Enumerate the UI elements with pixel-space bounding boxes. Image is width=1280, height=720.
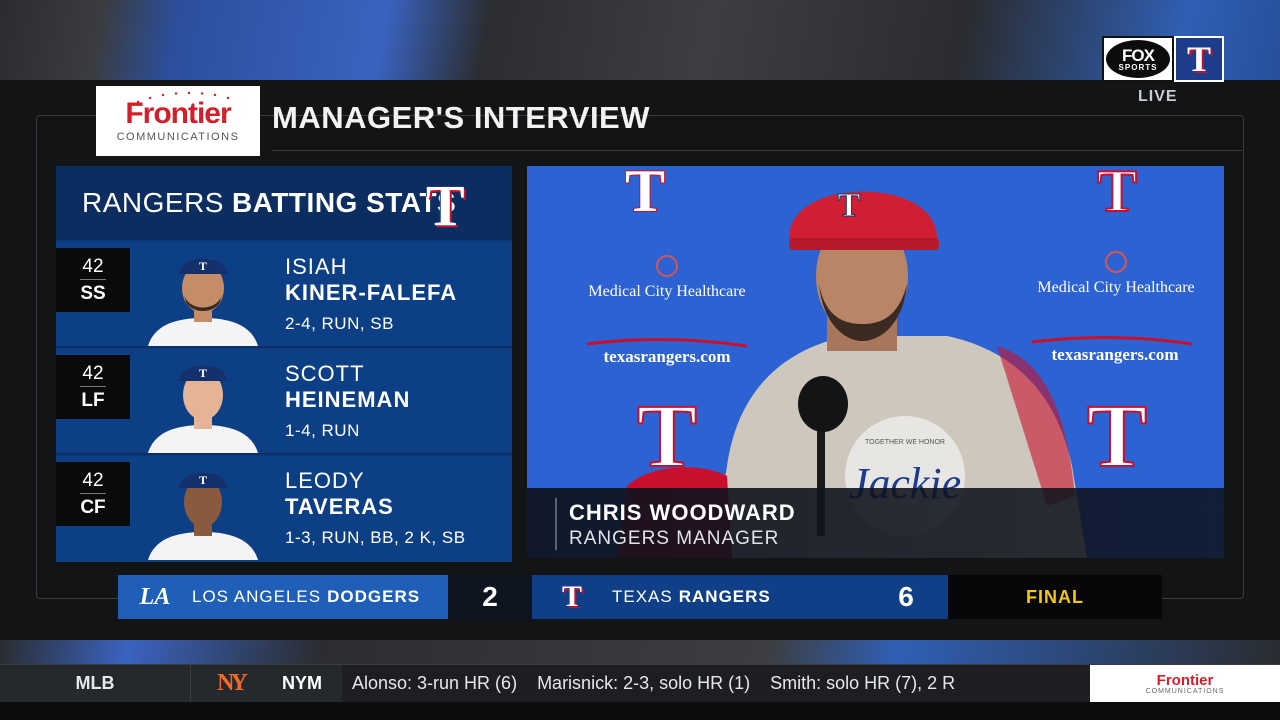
- player-stat-line: 2-4, RUN, SB: [285, 314, 394, 333]
- ticker-item: Smith: solo HR (7), 2 R: [770, 673, 956, 693]
- player-stat-line: 1-4, RUN: [285, 421, 360, 440]
- home-score: 6: [864, 575, 948, 619]
- away-score: 2: [448, 575, 532, 619]
- stats-header: RANGERS BATTING STATS T: [56, 166, 512, 240]
- speaker-title: RANGERS MANAGER: [569, 528, 780, 549]
- svg-text:T: T: [199, 259, 207, 273]
- player-row: 42 SS T ISIAH KINER-FALEFA 2-4, RUN, SB: [56, 242, 512, 348]
- jersey-box: 42 LF: [56, 355, 130, 419]
- jersey-position: SS: [80, 283, 106, 304]
- svg-text:T: T: [199, 366, 207, 380]
- jersey-number: 42: [80, 471, 106, 494]
- bottom-strip: [0, 702, 1280, 720]
- shirt-small-text: TOGETHER WE HONOR: [865, 439, 945, 446]
- rangers-t-icon: T: [561, 580, 582, 613]
- home-team-nickname: RANGERS: [678, 587, 771, 606]
- player-last-name: TAVERAS: [285, 494, 394, 519]
- fox-logo-line2: SPORTS: [1118, 62, 1158, 72]
- svg-text:T: T: [838, 187, 861, 224]
- jersey-number: 42: [80, 364, 106, 387]
- rangers-t-icon: T: [1186, 39, 1211, 79]
- jersey-position: CF: [80, 497, 106, 518]
- svg-text:T: T: [1087, 387, 1147, 486]
- rangers-logo-bug: T: [1174, 36, 1224, 82]
- jersey-box: 42 SS: [56, 248, 130, 312]
- score-bar: LA LOS ANGELES DODGERS 2 T TEXAS RANGERS…: [118, 575, 1162, 619]
- backdrop-url-right: texasrangers.com: [1052, 345, 1179, 364]
- ticker-sponsor-sub: COMMUNICATIONS: [1145, 687, 1225, 695]
- batting-stats-panel: RANGERS BATTING STATS T 42 SS T ISIAH KI…: [56, 166, 512, 562]
- sponsor-sub: COMMUNICATIONS: [116, 131, 240, 143]
- jersey-position: LF: [81, 390, 105, 411]
- lower-third: CHRIS WOODWARD RANGERS MANAGER: [527, 488, 1224, 558]
- speaker-name: CHRIS WOODWARD: [569, 500, 796, 525]
- player-stat-line: 1-3, RUN, BB, 2 K, SB: [285, 528, 466, 547]
- player-first-name: ISIAH: [285, 254, 348, 279]
- jersey-number: 42: [80, 257, 106, 280]
- jersey-box: 42 CF: [56, 462, 130, 526]
- background-top: [0, 0, 1280, 80]
- backdrop-url-left: texasrangers.com: [604, 347, 731, 366]
- mets-logo-icon: NY: [190, 664, 270, 703]
- ticker-item: Alonso: 3-run HR (6): [352, 673, 518, 693]
- home-team: T TEXAS RANGERS: [532, 575, 864, 619]
- away-team-nickname: DODGERS: [327, 587, 421, 606]
- player-headshot-icon: T: [148, 472, 258, 560]
- player-row: 42 LF T SCOTT HEINEMAN 1-4, RUN: [56, 349, 512, 455]
- ticker-sponsor-name: Frontier: [1156, 671, 1214, 689]
- backdrop-sponsor-right: Medical City Healthcare: [1037, 279, 1194, 296]
- player-last-name: HEINEMAN: [285, 387, 411, 412]
- svg-text:T: T: [625, 166, 665, 224]
- player-first-name: LEODY: [285, 468, 365, 493]
- player-headshot-icon: T: [148, 365, 258, 453]
- home-team-city: TEXAS: [612, 587, 673, 606]
- ticker-team: NYM: [270, 664, 342, 703]
- sponsor-arc-dots-icon: [136, 91, 230, 104]
- interview-video: T T T T Medical City Healthcare Medical …: [527, 166, 1224, 558]
- dodgers-logo-icon: LA: [139, 583, 171, 610]
- lower-third-divider: [555, 498, 557, 550]
- ticker-items: Alonso: 3-run HR (6) Marisnick: 2-3, sol…: [342, 665, 1080, 703]
- svg-text:T: T: [1097, 166, 1137, 224]
- rangers-t-icon: T: [426, 173, 465, 238]
- background-bottom: [0, 640, 1280, 665]
- backdrop-sponsor-left: Medical City Healthcare: [588, 283, 745, 300]
- stats-header-label: BATTING STATS: [231, 187, 457, 218]
- player-headshot-icon: T: [148, 258, 258, 346]
- fox-sports-logo: FOX SPORTS: [1102, 36, 1174, 82]
- away-team: LA LOS ANGELES DODGERS: [118, 575, 448, 619]
- score-ticker: MLB NY NYM Alonso: 3-run HR (6) Marisnic…: [0, 664, 1280, 703]
- game-status: FINAL: [948, 575, 1162, 619]
- page-title: MANAGER'S INTERVIEW: [272, 100, 650, 135]
- player-last-name: KINER-FALEFA: [285, 280, 458, 305]
- away-team-city: LOS ANGELES: [192, 587, 322, 606]
- player-first-name: SCOTT: [285, 361, 365, 386]
- ticker-league: MLB: [0, 664, 190, 703]
- live-indicator: LIVE: [1138, 88, 1178, 105]
- player-row: 42 CF T LEODY TAVERAS 1-3, RUN, BB, 2 K,…: [56, 456, 512, 562]
- title-divider: [272, 150, 1242, 151]
- network-bug: FOX SPORTS T: [1102, 36, 1224, 82]
- mets-logo-text: NY: [217, 670, 248, 696]
- stats-header-team: RANGERS: [82, 187, 224, 218]
- ticker-item: Marisnick: 2-3, solo HR (1): [537, 673, 751, 693]
- ticker-sponsor-logo: Frontier COMMUNICATIONS: [1090, 664, 1280, 703]
- svg-text:T: T: [199, 473, 207, 487]
- fox-logo-line1: FOX: [1122, 45, 1155, 65]
